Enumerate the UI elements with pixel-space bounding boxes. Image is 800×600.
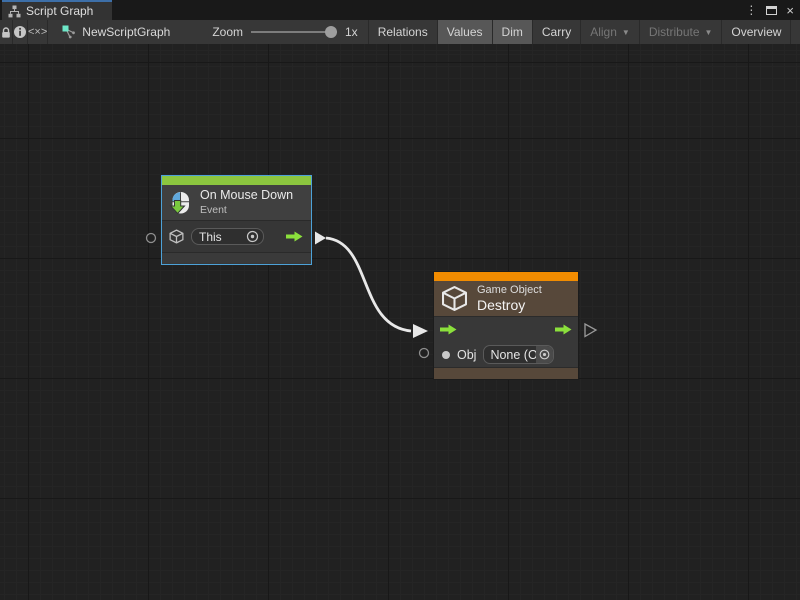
event-node-subtitle: Event bbox=[200, 204, 293, 217]
graph-breadcrumb[interactable]: NewScriptGraph bbox=[47, 20, 184, 44]
game-object-cube-icon bbox=[440, 284, 469, 313]
mouse-down-icon bbox=[167, 190, 193, 216]
obj-param-label: Obj bbox=[457, 348, 476, 362]
object-picker-icon[interactable] bbox=[245, 229, 260, 244]
event-node-title: On Mouse Down bbox=[200, 188, 293, 204]
code-view-button[interactable]: <×> bbox=[27, 20, 47, 44]
object-picker-icon bbox=[538, 348, 551, 361]
obj-value-port-dot[interactable] bbox=[442, 351, 450, 359]
tab-script-graph[interactable]: Script Graph bbox=[2, 0, 112, 20]
info-button[interactable] bbox=[12, 20, 27, 44]
values-button[interactable]: Values bbox=[437, 20, 492, 44]
event-target-row: This bbox=[162, 221, 311, 252]
tab-strip: Script Graph ⋮ × bbox=[0, 0, 800, 20]
destroy-node-titles: Game Object Destroy bbox=[477, 283, 542, 314]
flow-output-arrow-icon bbox=[286, 231, 303, 242]
fullscreen-button[interactable]: Full S bbox=[790, 20, 800, 44]
dim-button[interactable]: Dim bbox=[492, 20, 532, 44]
destroy-obj-outer-port[interactable] bbox=[420, 349, 429, 358]
event-node-footer bbox=[162, 252, 311, 263]
relations-button[interactable]: Relations bbox=[368, 20, 437, 44]
destroy-node-header[interactable]: Game Object Destroy bbox=[434, 281, 578, 317]
destroy-accent-strip bbox=[434, 272, 578, 281]
align-button[interactable]: Align ▼ bbox=[580, 20, 639, 44]
destroy-node-category: Game Object bbox=[477, 283, 542, 297]
carry-label: Carry bbox=[542, 25, 571, 39]
event-flow-output-port[interactable] bbox=[315, 232, 326, 245]
distribute-button[interactable]: Distribute ▼ bbox=[639, 20, 722, 44]
zoom-slider[interactable] bbox=[251, 26, 337, 38]
maximize-icon[interactable] bbox=[766, 6, 777, 15]
node-on-mouse-down[interactable]: On Mouse Down Event This bbox=[161, 175, 312, 265]
event-node-header[interactable]: On Mouse Down Event bbox=[162, 185, 311, 221]
cube-icon bbox=[168, 228, 185, 245]
obj-value-field[interactable]: None (O bbox=[483, 345, 554, 364]
destroy-node-footer bbox=[434, 367, 578, 379]
chevron-down-icon: ▼ bbox=[622, 28, 630, 37]
destroy-flow-row bbox=[434, 317, 578, 342]
obj-value-text: None (O bbox=[490, 348, 536, 362]
graph-hierarchy-icon bbox=[8, 5, 21, 18]
flow-output-arrow-icon bbox=[555, 324, 572, 335]
window-controls: ⋮ × bbox=[745, 0, 800, 20]
values-label: Values bbox=[447, 25, 483, 39]
event-self-port[interactable] bbox=[147, 234, 156, 243]
dim-label: Dim bbox=[502, 25, 523, 39]
graph-asset-icon bbox=[62, 25, 76, 39]
event-node-titles: On Mouse Down Event bbox=[200, 188, 293, 216]
relations-label: Relations bbox=[378, 25, 428, 39]
zoom-control: Zoom 1x bbox=[184, 20, 367, 44]
object-picker-box[interactable] bbox=[536, 346, 553, 363]
chevron-down-icon: ▼ bbox=[705, 28, 713, 37]
window-menu-icon[interactable]: ⋮ bbox=[745, 4, 757, 16]
node-destroy[interactable]: Game Object Destroy Obj None (O bbox=[433, 271, 579, 380]
graph-canvas[interactable]: On Mouse Down Event This bbox=[0, 44, 800, 600]
event-accent-strip bbox=[162, 176, 311, 185]
graph-toolbar: <×> NewScriptGraph Zoom 1x Relations Val… bbox=[0, 20, 800, 44]
wires-overlay bbox=[0, 44, 800, 600]
carry-button[interactable]: Carry bbox=[532, 20, 580, 44]
wire-connection[interactable] bbox=[326, 238, 411, 331]
overview-label: Overview bbox=[731, 25, 781, 39]
info-icon bbox=[13, 25, 27, 39]
script-graph-window: Script Graph ⋮ × <×> bbox=[0, 0, 800, 600]
target-value-field[interactable]: This bbox=[191, 228, 264, 245]
graph-name: NewScriptGraph bbox=[82, 25, 170, 39]
distribute-label: Distribute bbox=[649, 25, 700, 39]
close-icon[interactable]: × bbox=[786, 4, 794, 17]
wire-arrowhead bbox=[413, 324, 428, 338]
align-label: Align bbox=[590, 25, 617, 39]
zoom-value: 1x bbox=[345, 25, 358, 39]
destroy-obj-row: Obj None (O bbox=[434, 342, 578, 367]
lock-button[interactable] bbox=[0, 20, 12, 44]
lock-icon bbox=[0, 26, 12, 39]
code-icon: <×> bbox=[28, 26, 47, 38]
destroy-flow-output-port[interactable] bbox=[585, 324, 596, 337]
tab-title: Script Graph bbox=[26, 4, 93, 18]
destroy-node-title: Destroy bbox=[477, 297, 542, 314]
flow-input-arrow-icon bbox=[440, 324, 457, 335]
target-value-text: This bbox=[199, 230, 245, 244]
overview-button[interactable]: Overview bbox=[721, 20, 790, 44]
zoom-slider-thumb[interactable] bbox=[325, 26, 337, 38]
zoom-label: Zoom bbox=[212, 25, 243, 39]
